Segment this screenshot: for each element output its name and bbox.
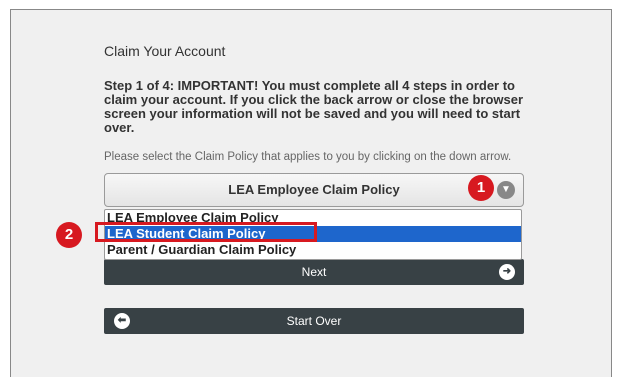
annotation-badge-2: 2 <box>56 222 82 248</box>
start-over-button[interactable]: ⬅ Start Over <box>104 308 524 334</box>
claim-policy-select[interactable]: LEA Employee Claim Policy ▼ <box>104 173 524 207</box>
page-title: Claim Your Account <box>104 43 226 59</box>
step-instructions: Step 1 of 4: IMPORTANT! You must complet… <box>104 78 524 135</box>
arrow-left-icon: ⬅ <box>114 313 130 329</box>
next-button-label: Next <box>301 265 327 279</box>
highlight-box <box>95 222 317 242</box>
option-parent-guardian[interactable]: Parent / Guardian Claim Policy <box>105 242 521 258</box>
next-button[interactable]: Next ➜ <box>104 259 524 285</box>
start-over-button-label: Start Over <box>286 314 342 328</box>
select-hint: Please select the Claim Policy that appl… <box>104 151 512 163</box>
annotation-badge-1: 1 <box>468 175 494 201</box>
chevron-down-icon[interactable]: ▼ <box>497 181 515 199</box>
claim-policy-select-value: LEA Employee Claim Policy <box>228 182 400 197</box>
arrow-right-icon: ➜ <box>499 264 515 280</box>
